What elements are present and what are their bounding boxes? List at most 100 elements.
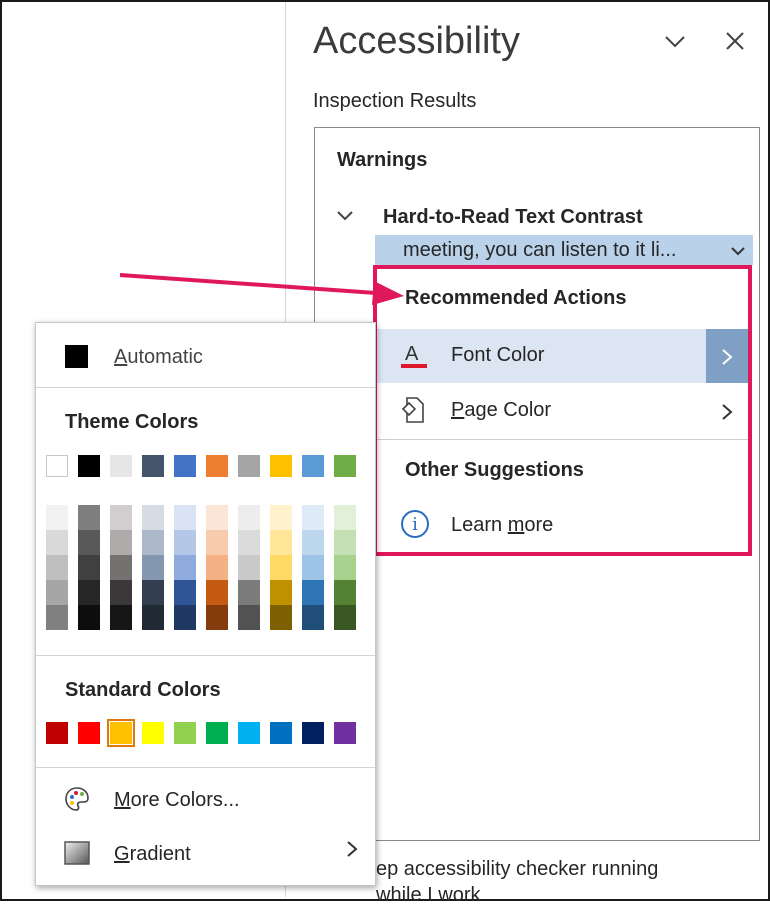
chevron-right-icon[interactable] xyxy=(706,384,748,438)
theme-tint-swatch[interactable] xyxy=(78,555,100,580)
theme-color-swatch[interactable] xyxy=(174,455,196,477)
theme-tint-swatch[interactable] xyxy=(78,530,100,555)
theme-tint-swatch[interactable] xyxy=(302,580,324,605)
theme-tint-swatch[interactable] xyxy=(302,530,324,555)
gradient-label: Gradient xyxy=(114,843,191,865)
theme-tint-swatch[interactable] xyxy=(142,605,164,630)
footer-line-1: ep accessibility checker running xyxy=(376,858,659,880)
theme-tint-swatch[interactable] xyxy=(270,605,292,630)
gradient-item[interactable]: Gradient xyxy=(36,831,375,875)
theme-tint-swatch[interactable] xyxy=(206,505,228,530)
standard-color-swatch[interactable] xyxy=(302,722,324,744)
theme-tint-swatch[interactable] xyxy=(206,555,228,580)
theme-tint-swatch[interactable] xyxy=(238,555,260,580)
automatic-color-item[interactable]: Automatic xyxy=(36,337,375,377)
learn-more-item[interactable]: i Learn more xyxy=(377,505,748,545)
theme-color-swatch[interactable] xyxy=(110,455,132,477)
theme-tint-swatch[interactable] xyxy=(334,505,356,530)
standard-color-swatch[interactable] xyxy=(78,722,100,744)
theme-tint-swatch[interactable] xyxy=(206,605,228,630)
theme-color-swatch[interactable] xyxy=(334,455,356,477)
theme-tint-swatch[interactable] xyxy=(238,605,260,630)
theme-tint-swatch[interactable] xyxy=(174,580,196,605)
learn-more-label: Learn more xyxy=(451,514,554,536)
info-icon: i xyxy=(401,510,429,538)
footer-line-2: while I work xyxy=(376,884,481,906)
theme-tint-swatch[interactable] xyxy=(46,555,68,580)
theme-tint-swatch[interactable] xyxy=(78,605,100,630)
theme-tint-swatch[interactable] xyxy=(334,605,356,630)
theme-tint-swatch[interactable] xyxy=(46,505,68,530)
theme-tint-swatch[interactable] xyxy=(270,555,292,580)
gradient-icon xyxy=(63,839,91,867)
theme-color-swatch[interactable] xyxy=(46,455,68,477)
theme-tint-swatch[interactable] xyxy=(174,605,196,630)
theme-tint-swatch[interactable] xyxy=(142,555,164,580)
issue-detail-item[interactable]: meeting, you can listen to it li... xyxy=(375,235,753,265)
theme-tint-swatch[interactable] xyxy=(142,530,164,555)
theme-tint-swatch[interactable] xyxy=(78,580,100,605)
color-picker-menu: Automatic Theme Colors Standard Colors M… xyxy=(35,322,376,886)
theme-color-swatch[interactable] xyxy=(142,455,164,477)
theme-tint-swatch[interactable] xyxy=(270,580,292,605)
theme-tint-swatch[interactable] xyxy=(206,580,228,605)
theme-tint-swatch[interactable] xyxy=(110,555,132,580)
theme-tint-swatch[interactable] xyxy=(174,505,196,530)
page-color-menu-item[interactable]: Page Color xyxy=(377,384,748,438)
theme-tint-swatch[interactable] xyxy=(206,530,228,555)
theme-tint-swatch[interactable] xyxy=(46,530,68,555)
theme-color-swatch[interactable] xyxy=(78,455,100,477)
theme-color-swatch[interactable] xyxy=(270,455,292,477)
chevron-down-icon[interactable] xyxy=(662,28,688,61)
font-color-menu-item[interactable]: A Font Color xyxy=(377,329,748,383)
theme-tint-swatch[interactable] xyxy=(302,605,324,630)
theme-color-swatch[interactable] xyxy=(206,455,228,477)
theme-color-swatch[interactable] xyxy=(302,455,324,477)
theme-color-swatch[interactable] xyxy=(238,455,260,477)
theme-tint-swatch[interactable] xyxy=(302,555,324,580)
issue-title[interactable]: Hard-to-Read Text Contrast xyxy=(383,206,643,229)
theme-tint-swatch[interactable] xyxy=(270,530,292,555)
standard-color-swatch[interactable] xyxy=(107,719,135,747)
theme-tint-swatch[interactable] xyxy=(142,505,164,530)
menu-divider xyxy=(36,655,375,656)
theme-tint-swatch[interactable] xyxy=(334,530,356,555)
standard-color-swatch[interactable] xyxy=(206,722,228,744)
theme-tint-swatch[interactable] xyxy=(110,530,132,555)
chevron-down-icon[interactable] xyxy=(729,235,747,265)
standard-color-swatch[interactable] xyxy=(174,722,196,744)
close-icon[interactable] xyxy=(722,28,748,61)
theme-tint-swatch[interactable] xyxy=(46,580,68,605)
standard-color-swatch[interactable] xyxy=(46,722,68,744)
theme-tint-swatch[interactable] xyxy=(142,580,164,605)
theme-tint-swatch[interactable] xyxy=(334,555,356,580)
font-color-icon: A xyxy=(399,340,429,370)
theme-tint-swatch[interactable] xyxy=(302,505,324,530)
automatic-swatch xyxy=(65,345,88,368)
theme-tint-swatch[interactable] xyxy=(238,530,260,555)
theme-tint-swatch[interactable] xyxy=(110,580,132,605)
more-colors-label: More Colors... xyxy=(114,789,240,811)
standard-color-swatch[interactable] xyxy=(334,722,356,744)
automatic-label: Automatic xyxy=(114,346,203,368)
chevron-right-icon[interactable] xyxy=(345,839,359,865)
theme-tint-swatch[interactable] xyxy=(174,530,196,555)
collapse-chevron-icon[interactable] xyxy=(335,206,355,232)
more-colors-item[interactable]: More Colors... xyxy=(36,777,375,821)
theme-tint-swatch[interactable] xyxy=(334,580,356,605)
standard-color-swatch[interactable] xyxy=(270,722,292,744)
theme-tint-swatch[interactable] xyxy=(174,555,196,580)
warnings-heading: Warnings xyxy=(337,149,428,171)
theme-tint-swatch[interactable] xyxy=(110,505,132,530)
theme-tint-swatch[interactable] xyxy=(78,505,100,530)
theme-tint-swatch[interactable] xyxy=(270,505,292,530)
theme-tint-swatch[interactable] xyxy=(238,505,260,530)
standard-color-swatch[interactable] xyxy=(142,722,164,744)
theme-tint-swatch[interactable] xyxy=(110,605,132,630)
palette-icon xyxy=(63,785,91,813)
theme-tint-swatch[interactable] xyxy=(238,580,260,605)
standard-color-swatch[interactable] xyxy=(238,722,260,744)
keep-checker-running-text[interactable]: ep accessibility checker running while I… xyxy=(376,856,736,908)
chevron-right-icon[interactable] xyxy=(706,329,748,383)
theme-tint-swatch[interactable] xyxy=(46,605,68,630)
